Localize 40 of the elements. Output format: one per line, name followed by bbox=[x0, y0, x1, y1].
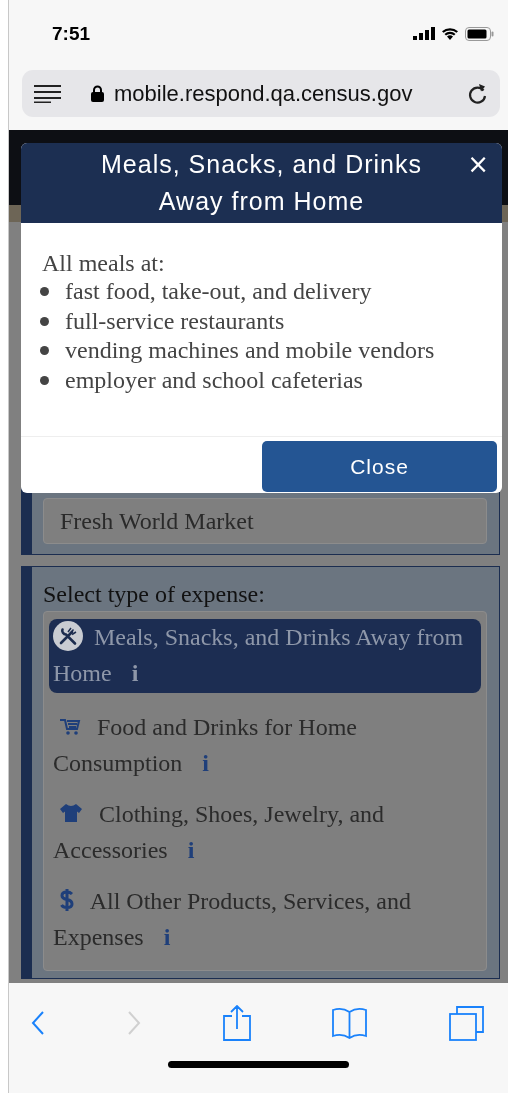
status-time: 7:51 bbox=[52, 22, 91, 45]
back-icon[interactable] bbox=[31, 1010, 45, 1036]
info-button[interactable]: i bbox=[163, 924, 171, 950]
tabs-icon[interactable] bbox=[449, 1005, 484, 1041]
close-button[interactable]: Close bbox=[262, 441, 497, 492]
share-icon[interactable] bbox=[222, 1005, 251, 1041]
reader-icon[interactable] bbox=[34, 84, 61, 103]
expense-option[interactable]: All Other Products, Services, and Expenses i bbox=[49, 883, 481, 955]
signal-icon bbox=[413, 27, 435, 40]
wifi-icon bbox=[441, 27, 459, 40]
expense-option[interactable]: Meals, Snacks, and Drinks Away from Home i bbox=[49, 619, 481, 693]
dialog-title: Meals, Snacks, and Drinks Away from Home bbox=[100, 149, 423, 217]
dialog-intro: All meals at: bbox=[42, 249, 166, 277]
address-bar[interactable]: mobile.respond.qa.census.gov bbox=[22, 70, 500, 117]
list-item: fast food, take-out, and delivery bbox=[65, 277, 372, 306]
bullet-icon bbox=[40, 287, 49, 297]
list-item: employer and school cafeterias bbox=[65, 365, 363, 395]
list-item: full-service restaurants bbox=[65, 306, 285, 336]
expense-option[interactable]: Clothing, Shoes, Jewelry, and Accessories i bbox=[49, 796, 481, 868]
expense-label: Select type of expense: bbox=[43, 580, 266, 609]
dollar-icon bbox=[59, 888, 75, 913]
info-button[interactable]: i bbox=[202, 750, 210, 776]
cart-icon bbox=[59, 716, 81, 737]
bullet-icon bbox=[40, 375, 49, 385]
info-button[interactable]: i bbox=[131, 660, 139, 686]
lock-icon bbox=[91, 85, 104, 102]
list-item: vending machines and mobile vendors bbox=[65, 336, 435, 365]
shirt-icon bbox=[59, 803, 83, 824]
utensils-icon bbox=[53, 621, 83, 652]
info-button[interactable]: i bbox=[187, 837, 195, 863]
book-icon[interactable] bbox=[332, 1007, 368, 1039]
expense-option[interactable]: Food and Drinks for Home Consumption i bbox=[49, 709, 481, 781]
store-field[interactable]: Fresh World Market bbox=[43, 498, 487, 544]
bullet-icon bbox=[40, 316, 49, 326]
battery-icon bbox=[465, 26, 494, 41]
url-text: mobile.respond.qa.census.gov bbox=[114, 80, 414, 107]
bullet-icon bbox=[40, 346, 49, 356]
store-value: Fresh World Market bbox=[60, 507, 254, 535]
close-button[interactable]: × bbox=[467, 149, 489, 179]
reload-icon[interactable] bbox=[468, 82, 488, 105]
